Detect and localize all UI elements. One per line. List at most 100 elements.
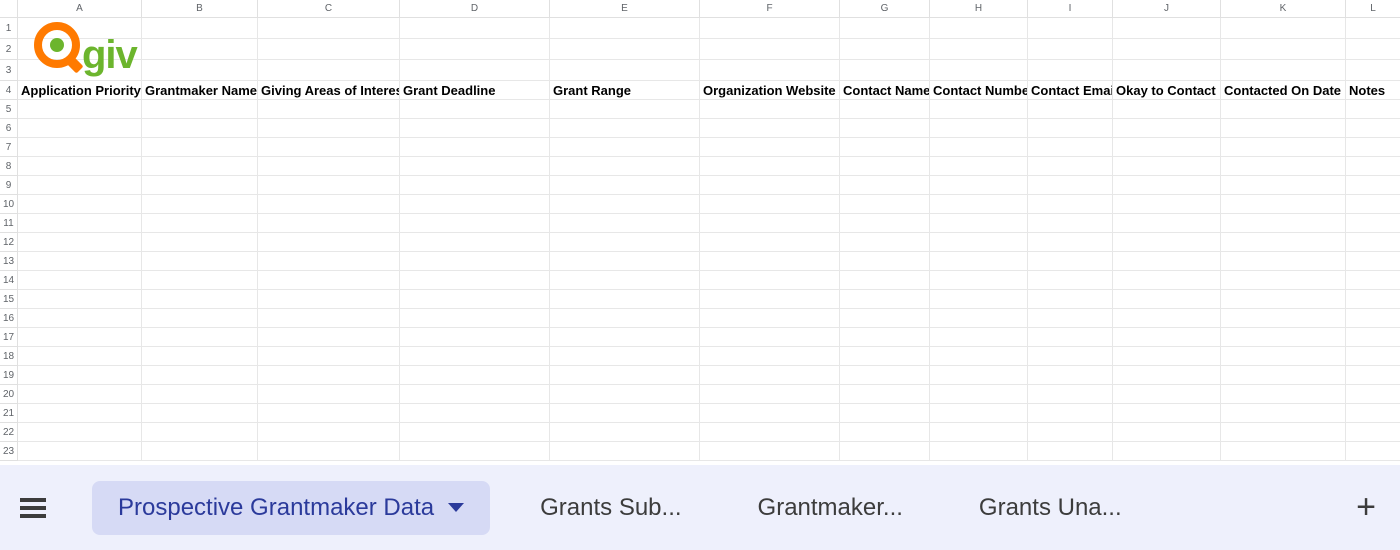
cell-K20[interactable] (1221, 385, 1346, 404)
cell-E20[interactable] (550, 385, 700, 404)
row-header-9[interactable]: 9 (0, 176, 18, 195)
column-header-E[interactable]: E (550, 0, 700, 18)
cell-E21[interactable] (550, 404, 700, 423)
row-header-21[interactable]: 21 (0, 404, 18, 423)
cell-J13[interactable] (1113, 252, 1221, 271)
cell-J15[interactable] (1113, 290, 1221, 309)
cell-C6[interactable] (258, 119, 400, 138)
cell-L14[interactable] (1346, 271, 1400, 290)
cell-I2[interactable] (1028, 39, 1113, 60)
chevron-down-icon[interactable] (448, 503, 464, 512)
cell-I16[interactable] (1028, 309, 1113, 328)
cell-F9[interactable] (700, 176, 840, 195)
cell-F18[interactable] (700, 347, 840, 366)
cell-H13[interactable] (930, 252, 1028, 271)
cell-C23[interactable] (258, 442, 400, 461)
cell-I15[interactable] (1028, 290, 1113, 309)
row-header-16[interactable]: 16 (0, 309, 18, 328)
cell-K13[interactable] (1221, 252, 1346, 271)
cell-D10[interactable] (400, 195, 550, 214)
cell-C2[interactable] (258, 39, 400, 60)
cell-K11[interactable] (1221, 214, 1346, 233)
cell-A11[interactable] (18, 214, 142, 233)
cell-B2[interactable] (142, 39, 258, 60)
cell-D3[interactable] (400, 60, 550, 81)
cell-G4[interactable]: Contact Name (840, 81, 930, 100)
cell-A18[interactable] (18, 347, 142, 366)
all-sheets-menu-icon[interactable] (14, 489, 52, 527)
sheet-tab-0[interactable]: Prospective Grantmaker Data (92, 481, 490, 535)
cell-K2[interactable] (1221, 39, 1346, 60)
sheet-tab-1[interactable]: Grants Sub... (514, 481, 707, 535)
cell-D22[interactable] (400, 423, 550, 442)
cell-K18[interactable] (1221, 347, 1346, 366)
cell-body[interactable]: Application PriorityGrantmaker NameGivin… (18, 18, 1400, 461)
cell-K16[interactable] (1221, 309, 1346, 328)
cell-C19[interactable] (258, 366, 400, 385)
cell-D8[interactable] (400, 157, 550, 176)
cell-G13[interactable] (840, 252, 930, 271)
cell-B12[interactable] (142, 233, 258, 252)
cell-L11[interactable] (1346, 214, 1400, 233)
cell-I6[interactable] (1028, 119, 1113, 138)
cell-D2[interactable] (400, 39, 550, 60)
cell-D7[interactable] (400, 138, 550, 157)
cell-H21[interactable] (930, 404, 1028, 423)
add-sheet-button[interactable]: + (1346, 488, 1386, 528)
cell-C9[interactable] (258, 176, 400, 195)
cell-A21[interactable] (18, 404, 142, 423)
cell-D20[interactable] (400, 385, 550, 404)
cell-I3[interactable] (1028, 60, 1113, 81)
cell-G1[interactable] (840, 18, 930, 39)
select-all-corner[interactable] (0, 0, 18, 18)
cell-D1[interactable] (400, 18, 550, 39)
cell-D4[interactable]: Grant Deadline (400, 81, 550, 100)
cell-D21[interactable] (400, 404, 550, 423)
cell-L18[interactable] (1346, 347, 1400, 366)
cell-E23[interactable] (550, 442, 700, 461)
cell-L3[interactable] (1346, 60, 1400, 81)
row-header-14[interactable]: 14 (0, 271, 18, 290)
cell-K15[interactable] (1221, 290, 1346, 309)
cell-C11[interactable] (258, 214, 400, 233)
cell-I18[interactable] (1028, 347, 1113, 366)
cell-C5[interactable] (258, 100, 400, 119)
cell-I8[interactable] (1028, 157, 1113, 176)
column-header-F[interactable]: F (700, 0, 840, 18)
cell-A20[interactable] (18, 385, 142, 404)
cell-A9[interactable] (18, 176, 142, 195)
cell-E15[interactable] (550, 290, 700, 309)
cell-J19[interactable] (1113, 366, 1221, 385)
cell-B16[interactable] (142, 309, 258, 328)
cell-E5[interactable] (550, 100, 700, 119)
cell-B23[interactable] (142, 442, 258, 461)
cell-G6[interactable] (840, 119, 930, 138)
cell-E6[interactable] (550, 119, 700, 138)
cell-A10[interactable] (18, 195, 142, 214)
cell-L23[interactable] (1346, 442, 1400, 461)
cell-K6[interactable] (1221, 119, 1346, 138)
cell-C1[interactable] (258, 18, 400, 39)
cell-G21[interactable] (840, 404, 930, 423)
cell-J9[interactable] (1113, 176, 1221, 195)
cell-G18[interactable] (840, 347, 930, 366)
cell-B14[interactable] (142, 271, 258, 290)
cell-H22[interactable] (930, 423, 1028, 442)
cell-D19[interactable] (400, 366, 550, 385)
sheet-tab-2[interactable]: Grantmaker... (732, 481, 929, 535)
row-header-13[interactable]: 13 (0, 252, 18, 271)
cell-B11[interactable] (142, 214, 258, 233)
cell-F20[interactable] (700, 385, 840, 404)
row-header-4[interactable]: 4 (0, 81, 18, 100)
cell-I17[interactable] (1028, 328, 1113, 347)
cell-F1[interactable] (700, 18, 840, 39)
cell-L5[interactable] (1346, 100, 1400, 119)
cell-B22[interactable] (142, 423, 258, 442)
cell-F22[interactable] (700, 423, 840, 442)
row-header-18[interactable]: 18 (0, 347, 18, 366)
cell-J21[interactable] (1113, 404, 1221, 423)
cell-J10[interactable] (1113, 195, 1221, 214)
cell-J16[interactable] (1113, 309, 1221, 328)
cell-G12[interactable] (840, 233, 930, 252)
cell-F16[interactable] (700, 309, 840, 328)
